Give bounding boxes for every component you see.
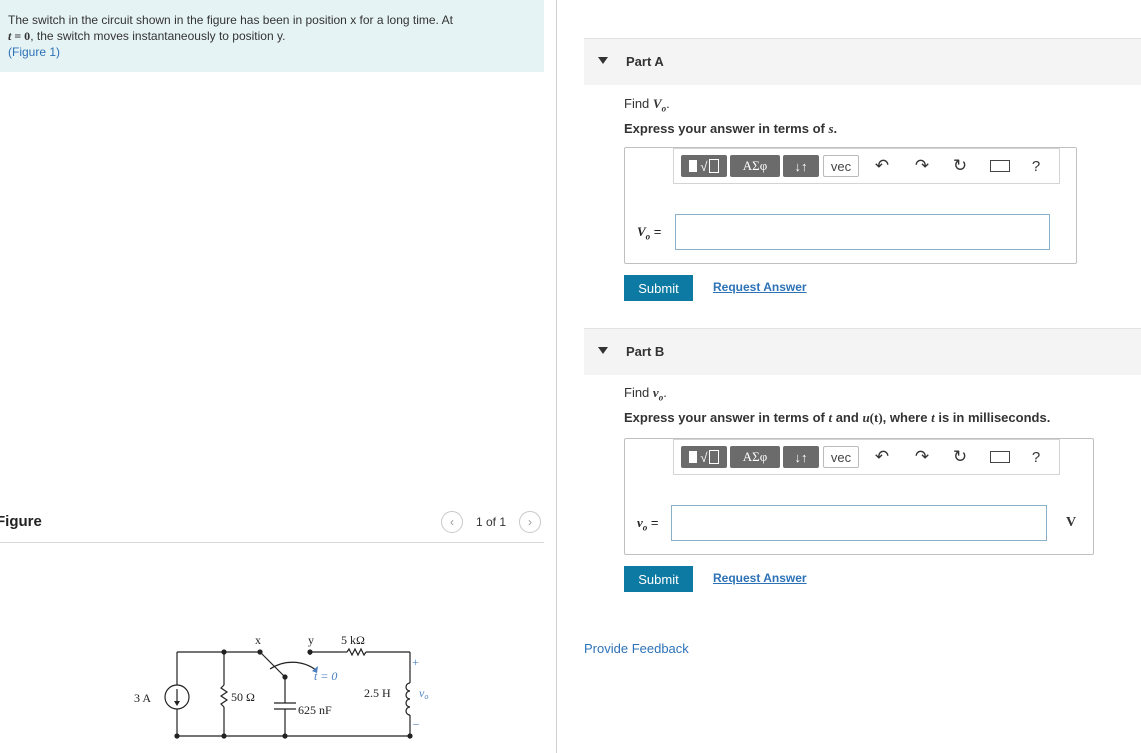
part-a-find-sub: o (661, 103, 667, 114)
figure-pager: 1 of 1 (476, 515, 507, 529)
help-icon[interactable]: ? (1026, 156, 1046, 176)
part-a-math-toolbar: √ ΑΣφ ↓↑ vec ↶ ↷ ↻ ? (673, 148, 1060, 184)
part-b-instructions: Express your answer in terms of t and u(… (624, 410, 1051, 425)
inductor-label: 2.5 H (364, 686, 391, 700)
part-a-instr-text: Express your answer in terms of (624, 121, 829, 136)
part-a-instr-post: . (833, 121, 838, 136)
part-a-instructions: Express your answer in terms of s. (624, 121, 837, 137)
part-b-find-text: Find (624, 385, 653, 400)
part-a-prompt: Find Vo. (624, 96, 670, 114)
chevron-right-icon: › (528, 515, 532, 529)
help-icon[interactable]: ? (1026, 447, 1046, 467)
redo-icon[interactable]: ↷ (912, 447, 932, 467)
part-a-header[interactable]: Part A (584, 38, 1141, 85)
r2-label: 5 kΩ (341, 633, 365, 647)
keyboard-icon[interactable] (988, 156, 1012, 176)
figure-link[interactable]: (Figure 1) (8, 44, 528, 60)
source-label: 3 A (134, 691, 151, 705)
part-a-answer-input[interactable] (675, 214, 1050, 250)
provide-feedback-link[interactable]: Provide Feedback (584, 641, 689, 656)
problem-statement: The switch in the circuit shown in the f… (0, 0, 544, 72)
undo-icon[interactable]: ↶ (872, 156, 892, 176)
part-b-answer-input[interactable] (671, 505, 1047, 541)
pane-divider (556, 0, 557, 753)
collapse-triangle-icon (598, 347, 608, 354)
vec-button[interactable]: vec (823, 155, 859, 177)
collapse-triangle-icon (598, 57, 608, 64)
vo-plus: + (412, 655, 419, 669)
vec-button[interactable]: vec (823, 446, 859, 468)
switch-time-label: t = 0 (314, 669, 337, 683)
circuit-diagram: 3 A 50 Ω 625 nF x y t = 0 5 kΩ 2.5 H + –… (134, 633, 428, 739)
part-b-request-answer-link[interactable]: Request Answer (713, 571, 807, 585)
sqrt-icon: √ (700, 449, 708, 465)
problem-line-1: The switch in the circuit shown in the f… (8, 13, 453, 27)
part-a-answer-box: √ ΑΣφ ↓↑ vec ↶ ↷ ↻ ? Vo = (624, 147, 1077, 264)
part-b-label: Part B (626, 344, 665, 359)
part-b-answer-box: √ ΑΣφ ↓↑ vec ↶ ↷ ↻ ? vo = V (624, 438, 1094, 555)
undo-icon[interactable]: ↶ (872, 447, 892, 467)
part-a-find-text: Find (624, 96, 653, 111)
part-a-submit-button[interactable]: Submit (624, 275, 693, 301)
t-equals: = 0 (11, 29, 31, 43)
figure-next-button[interactable]: › (519, 511, 541, 533)
greek-button[interactable]: ΑΣφ (730, 446, 780, 468)
greek-button[interactable]: ΑΣφ (730, 155, 780, 177)
arrows-button[interactable]: ↓↑ (783, 446, 819, 468)
figure-title: Figure (0, 513, 42, 530)
part-b-prompt: Find vo. (624, 385, 667, 403)
figure-header: Figure ‹ 1 of 1 › (0, 510, 544, 543)
switch-y-label: y (308, 633, 314, 647)
cap-label: 625 nF (298, 703, 332, 717)
figure-prev-button[interactable]: ‹ (441, 511, 463, 533)
part-a-request-answer-link[interactable]: Request Answer (713, 280, 807, 294)
chevron-left-icon: ‹ (450, 515, 454, 529)
sqrt-icon: √ (700, 158, 708, 174)
r1-label: 50 Ω (231, 690, 255, 704)
templates-button[interactable]: √ (681, 155, 727, 177)
arrows-button[interactable]: ↓↑ (783, 155, 819, 177)
redo-icon[interactable]: ↷ (912, 156, 932, 176)
part-b-unit: V (1066, 515, 1077, 530)
part-b-header[interactable]: Part B (584, 328, 1141, 375)
problem-line-2: t = 0, the switch moves instantaneously … (8, 28, 528, 44)
vo-label: vo (419, 686, 428, 701)
part-a-label: Part A (626, 54, 664, 69)
part-b-answer-label: vo = (637, 515, 659, 533)
part-b-math-toolbar: √ ΑΣφ ↓↑ vec ↶ ↷ ↻ ? (673, 439, 1060, 475)
reset-icon[interactable]: ↻ (950, 156, 970, 176)
part-a-answer-label: Vo = (637, 224, 662, 242)
problem-line-2-rest: , the switch moves instantaneously to po… (30, 29, 286, 43)
part-a-find-var: V (652, 96, 662, 111)
keyboard-icon[interactable] (988, 447, 1012, 467)
part-b-find-sub: o (658, 392, 664, 403)
vo-minus: – (412, 716, 420, 730)
part-b-submit-button[interactable]: Submit (624, 566, 693, 592)
switch-x-label: x (255, 633, 261, 647)
templates-button[interactable]: √ (681, 446, 727, 468)
reset-icon[interactable]: ↻ (950, 447, 970, 467)
